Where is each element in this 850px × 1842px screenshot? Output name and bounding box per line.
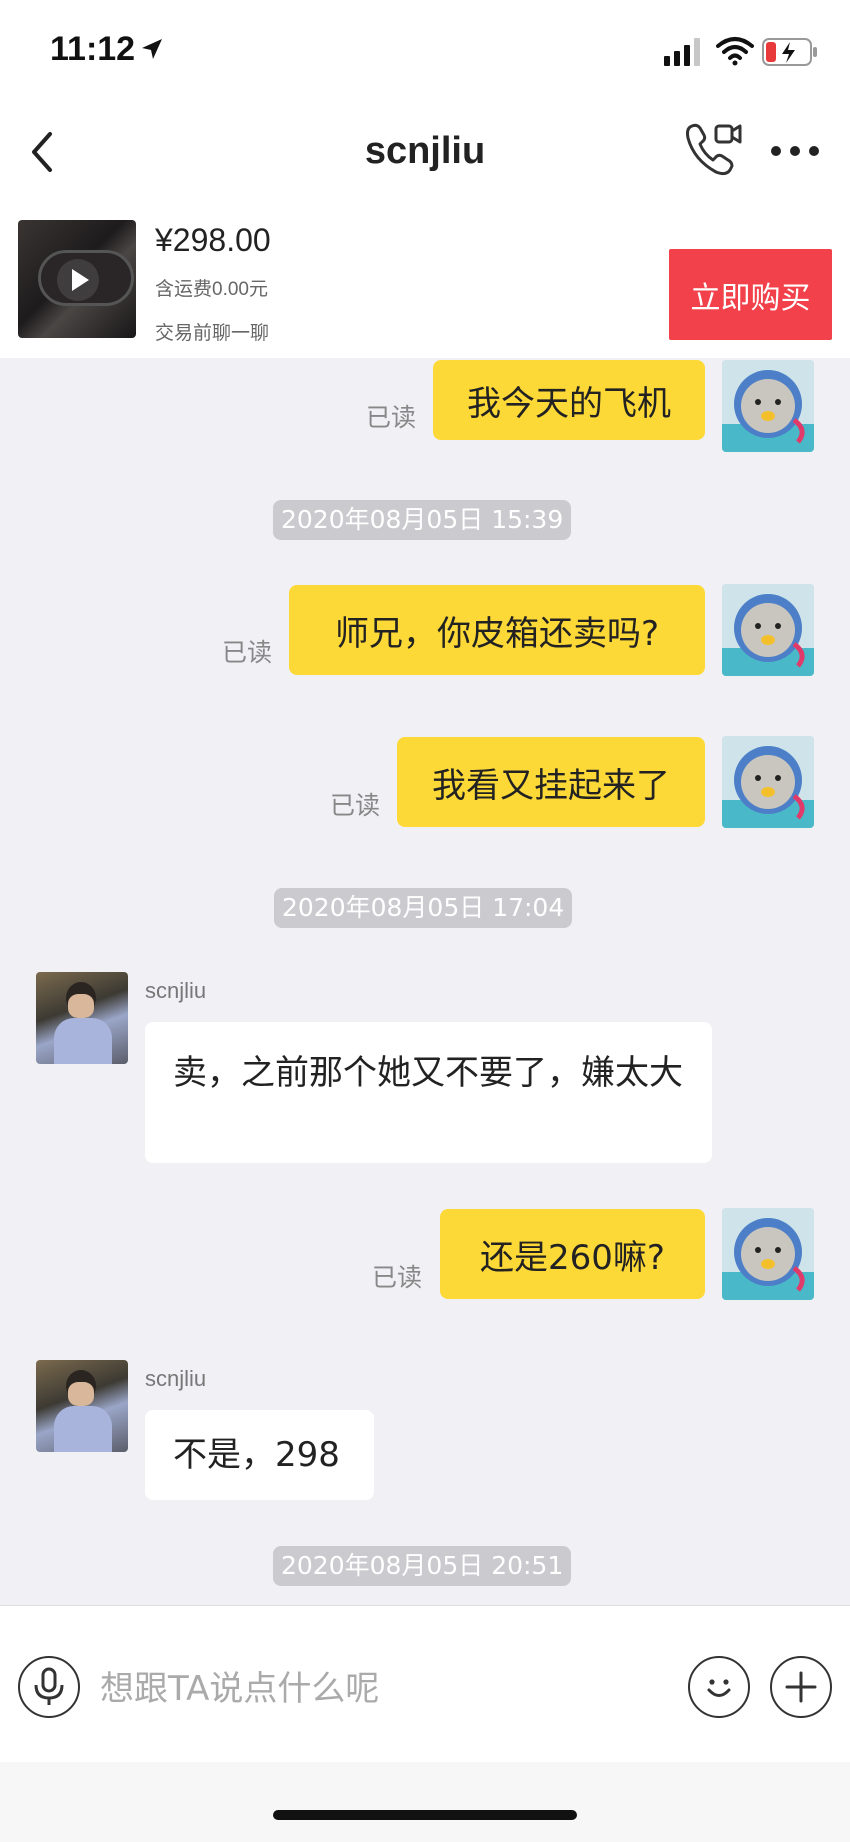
- cat-avatar-icon: [722, 1208, 814, 1300]
- timestamp: 2020年08月05日 15:39: [273, 500, 572, 540]
- timestamp: 2020年08月05日 17:04: [274, 888, 573, 928]
- add-button[interactable]: [770, 1656, 832, 1718]
- message-bubble-received[interactable]: 卖，之前那个她又不要了，嫌太大: [145, 1022, 712, 1163]
- product-price: ¥298.00: [155, 222, 271, 258]
- product-thumbnail[interactable]: [18, 220, 136, 338]
- home-indicator: [273, 1810, 577, 1820]
- my-avatar[interactable]: [722, 736, 814, 828]
- contact-avatar[interactable]: [36, 1360, 128, 1452]
- voice-button[interactable]: [18, 1656, 80, 1718]
- cat-avatar-icon: [722, 736, 814, 828]
- microphone-icon: [34, 1667, 64, 1705]
- my-avatar[interactable]: [722, 360, 814, 452]
- my-avatar[interactable]: [722, 584, 814, 676]
- timestamp: 2020年08月05日 20:51: [273, 1546, 572, 1586]
- message-bubble-sent[interactable]: 我看又挂起来了: [397, 737, 705, 827]
- shipping-fee: 含运费0.00元: [155, 279, 268, 300]
- message-bubble-sent[interactable]: 还是260嘛?: [440, 1209, 705, 1299]
- message-input[interactable]: [98, 1660, 662, 1718]
- play-icon[interactable]: [56, 258, 100, 302]
- phone-video-icon[interactable]: [684, 120, 744, 178]
- message-bubble-sent[interactable]: 我今天的飞机: [433, 360, 705, 440]
- cat-avatar-icon: [722, 360, 814, 452]
- smiley-icon: [707, 1679, 731, 1697]
- read-status: 已读: [222, 638, 273, 667]
- emoji-button[interactable]: [688, 1656, 750, 1718]
- location-arrow-icon: [142, 39, 162, 59]
- message-bubble-received[interactable]: 不是，298: [145, 1410, 374, 1500]
- read-status: 已读: [372, 1263, 423, 1292]
- more-dots-icon[interactable]: [770, 144, 820, 158]
- read-status: 已读: [330, 791, 381, 820]
- product-subtitle: 交易前聊一聊: [155, 323, 270, 344]
- battery-icon: [762, 38, 817, 66]
- status-time: 11:12: [50, 30, 136, 68]
- plus-icon: [785, 1671, 817, 1703]
- buy-now-button[interactable]: 立即购买: [669, 249, 832, 340]
- signal-icon: [664, 38, 700, 66]
- cat-avatar-icon: [722, 584, 814, 676]
- sender-name: scnjliu: [145, 978, 207, 1003]
- contact-avatar[interactable]: [36, 972, 128, 1064]
- wifi-icon: [716, 37, 754, 66]
- my-avatar[interactable]: [722, 1208, 814, 1300]
- message-bubble-sent[interactable]: 师兄，你皮箱还卖吗?: [289, 585, 705, 675]
- read-status: 已读: [366, 403, 417, 432]
- sender-name: scnjliu: [145, 1366, 207, 1391]
